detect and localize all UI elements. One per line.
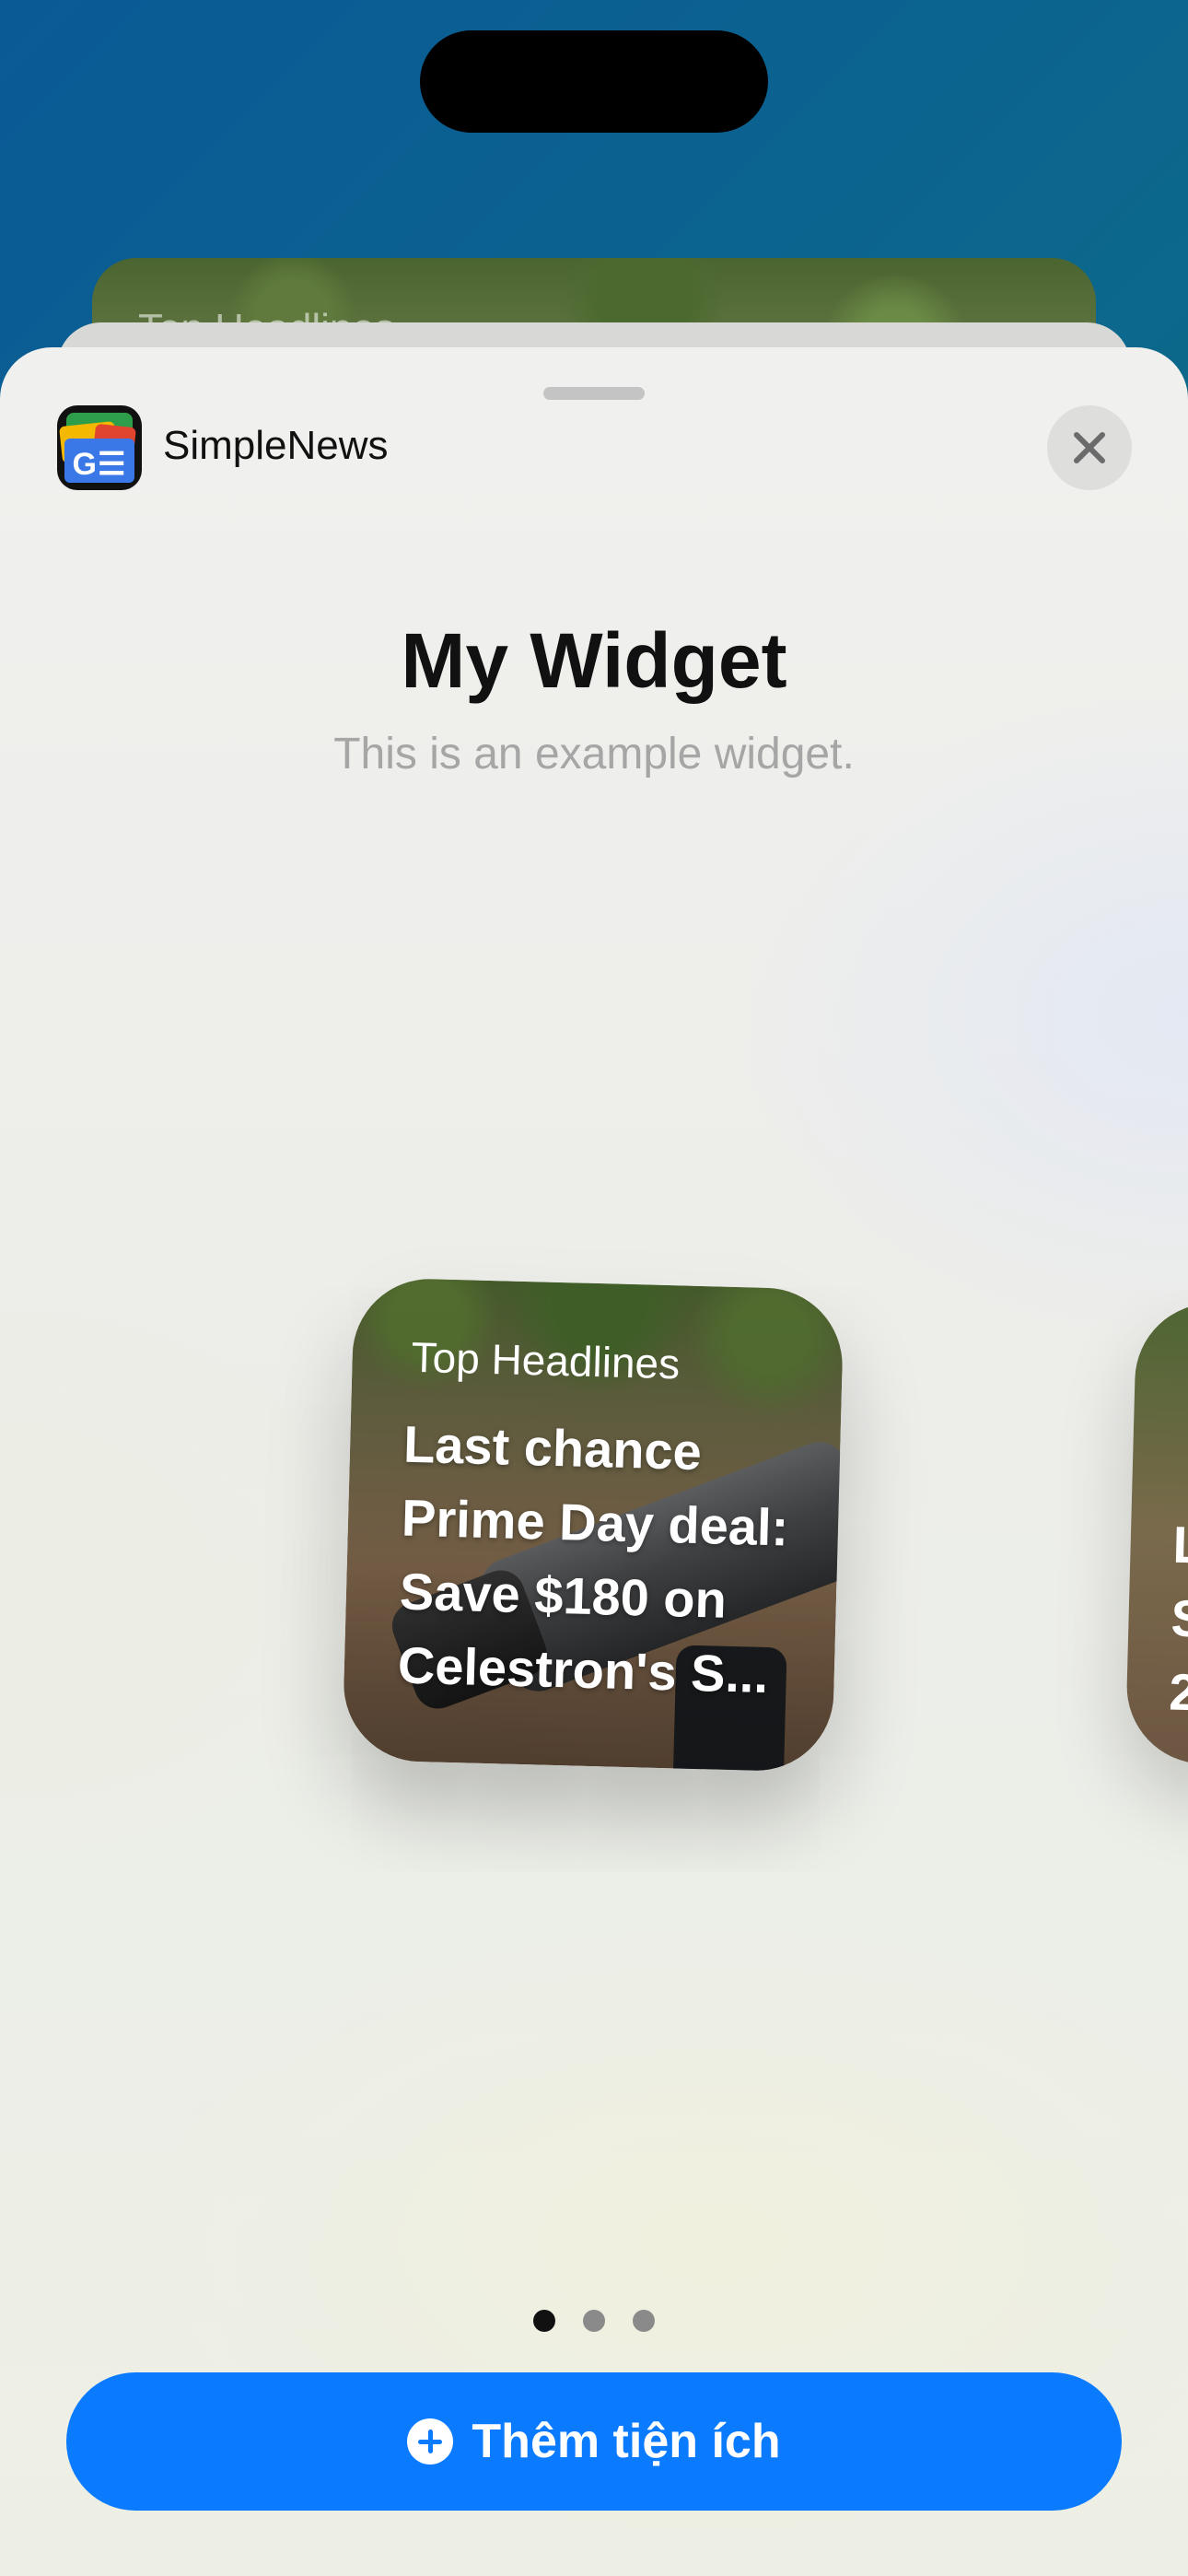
- widget-gallery-sheet: G☰ SimpleNews My Widget This is an examp…: [0, 347, 1188, 2576]
- add-widget-label: Thêm tiện ích: [472, 2415, 781, 2468]
- page-dot[interactable]: [583, 2310, 605, 2332]
- widget-headline: Last chance Prime Day deal: Save $180 on…: [397, 1414, 790, 1704]
- app-name: SimpleNews: [163, 423, 389, 468]
- widget-subtitle: This is an example widget.: [333, 730, 855, 779]
- page-indicator[interactable]: [0, 2310, 1188, 2332]
- widget-preview-small[interactable]: Top Headlines Last chance Prime Day deal…: [342, 1277, 844, 1773]
- add-widget-button[interactable]: Thêm tiện ích: [66, 2372, 1122, 2511]
- widget-title: My Widget: [401, 617, 787, 704]
- app-icon: G☰: [57, 405, 142, 490]
- next-preview-fragment: S: [1170, 1588, 1188, 1648]
- widget-preview-next[interactable]: L S 2: [1124, 1301, 1188, 1767]
- dynamic-island: [420, 30, 768, 133]
- close-icon: [1074, 432, 1105, 463]
- close-button[interactable]: [1047, 405, 1132, 490]
- next-preview-fragment: L: [1171, 1515, 1188, 1575]
- plus-circle-icon: [407, 2418, 454, 2465]
- next-preview-fragment: 2: [1168, 1662, 1188, 1722]
- widget-section-label: Top Headlines: [411, 1332, 681, 1388]
- page-dot[interactable]: [533, 2310, 555, 2332]
- sheet-grabber[interactable]: [543, 387, 645, 400]
- page-dot[interactable]: [633, 2310, 655, 2332]
